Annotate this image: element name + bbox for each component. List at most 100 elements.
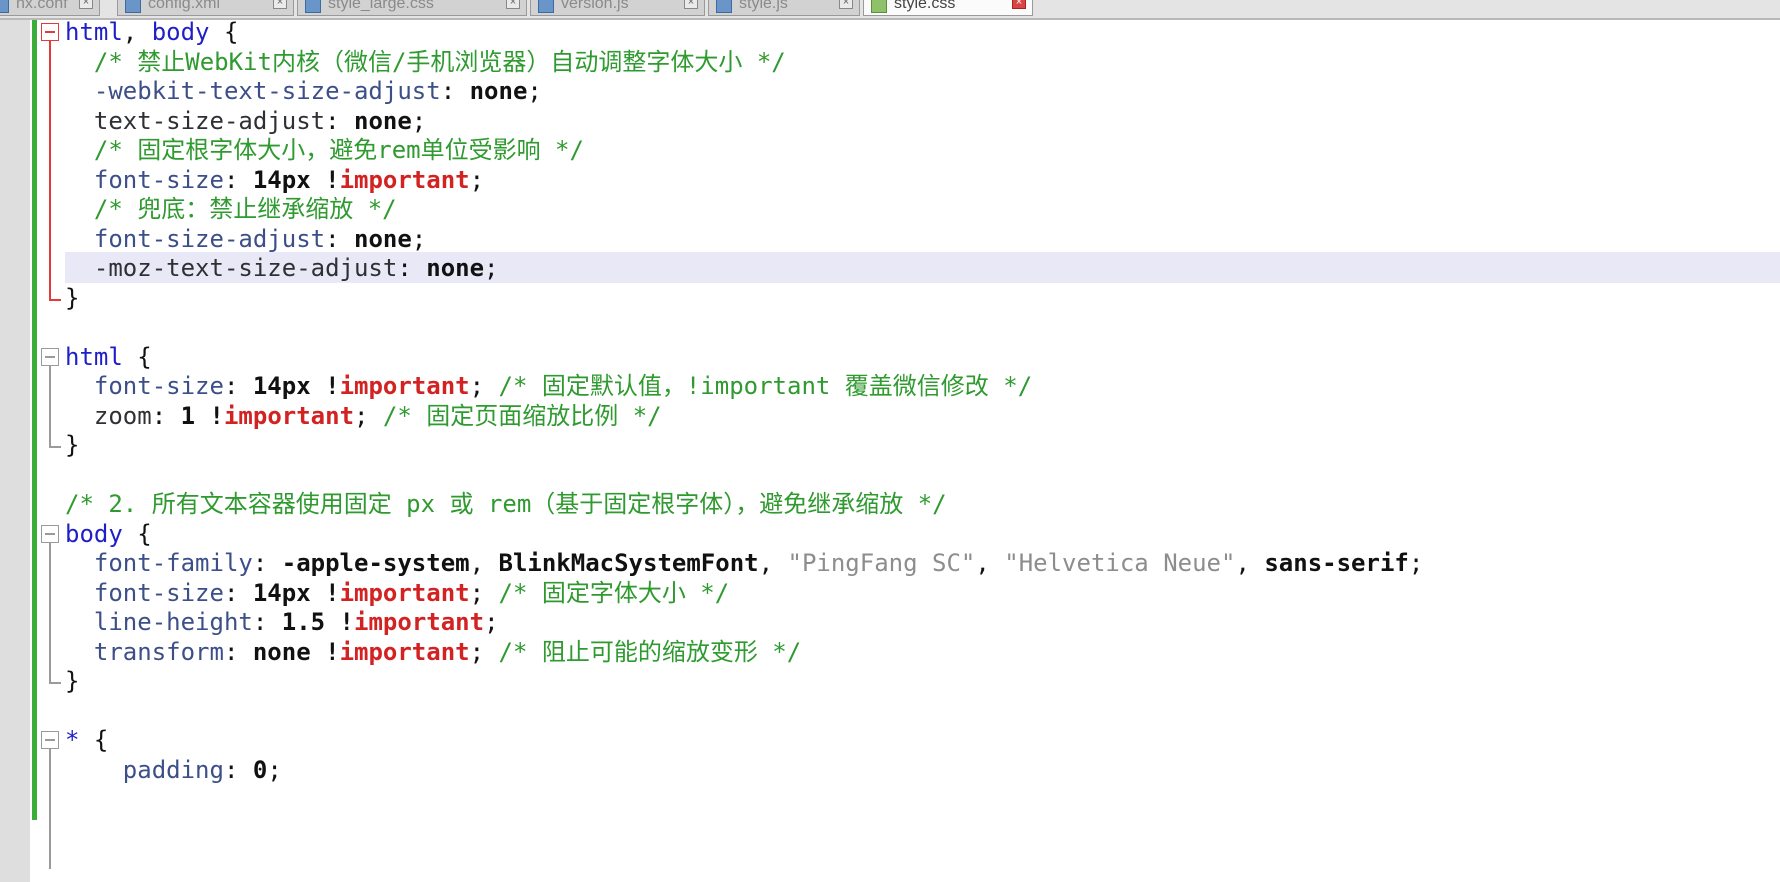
file-icon <box>305 0 321 13</box>
code-line: * { <box>65 726 108 755</box>
code-token: sans-serif <box>1264 549 1409 577</box>
tab-label: nx.conf <box>16 0 68 12</box>
code-token: , <box>122 18 152 46</box>
code-token: * <box>65 726 80 754</box>
code-token: ; <box>1408 549 1424 577</box>
tab-config-xml[interactable]: config.xml × <box>117 0 294 16</box>
code-token: "Helvetica Neue" <box>1004 549 1236 577</box>
code-token: body <box>151 18 210 46</box>
code-token: : <box>223 755 253 784</box>
code-token: html <box>65 342 123 371</box>
code-token: ; <box>469 578 499 607</box>
code-token: none <box>469 77 528 105</box>
close-icon[interactable]: × <box>839 0 853 9</box>
file-icon <box>0 0 9 13</box>
fold-toggle-icon[interactable] <box>41 524 59 543</box>
code-token: ; <box>469 165 485 194</box>
code-token: /* 固定页面缩放比例 */ <box>382 401 662 430</box>
code-token: { <box>79 726 109 754</box>
code-token: : <box>151 401 181 430</box>
code-token: ; <box>411 106 427 135</box>
code-token: { <box>209 18 239 46</box>
code-token: important <box>354 608 485 636</box>
fold-line <box>49 542 51 682</box>
code-token: : <box>252 608 282 636</box>
tab-style-js[interactable]: style.js × <box>708 0 860 16</box>
code-line: } <box>65 667 79 696</box>
code-line: font-size: 14px !important; <box>65 166 484 195</box>
close-icon[interactable]: × <box>1012 0 1026 9</box>
fold-end <box>49 682 61 684</box>
code-token: /* 固定字体大小 */ <box>498 578 730 607</box>
code-token: ! <box>325 608 355 636</box>
code-token: /* 禁止WebKit内核（微信/手机浏览器）自动调整字体大小 */ <box>65 47 786 76</box>
code-token: padding <box>65 755 224 784</box>
code-token: ; <box>354 401 383 430</box>
code-line: padding: 0; <box>65 756 282 785</box>
fold-toggle-icon[interactable] <box>41 23 59 41</box>
code-token: important <box>339 165 470 194</box>
code-token: : <box>223 165 253 194</box>
code-token: /* 固定默认值，!important 覆盖微信修改 */ <box>498 372 1033 400</box>
close-icon[interactable]: × <box>273 0 287 9</box>
fold-toggle-icon[interactable] <box>41 347 59 366</box>
close-icon[interactable]: × <box>506 0 520 9</box>
file-icon <box>716 0 732 13</box>
code-token: : <box>223 637 253 666</box>
code-line: body { <box>65 520 152 549</box>
code-line: -moz-text-size-adjust: none; <box>65 254 499 283</box>
code-token: font-size <box>65 165 224 194</box>
code-token: } <box>65 667 80 695</box>
tab-version-js[interactable]: version.js × <box>530 0 705 16</box>
code-line: html { <box>65 343 152 372</box>
code-token: : <box>223 578 253 607</box>
code-line: } <box>65 284 79 313</box>
code-line: font-size: 14px !important; /* 固定默认值，!im… <box>65 372 1032 401</box>
code-token: none <box>252 637 311 666</box>
code-token: 1 <box>180 401 196 430</box>
code-token: : <box>223 372 253 400</box>
code-token: { <box>122 342 152 371</box>
fold-line <box>49 365 51 446</box>
code-token: -moz-text-size-adjust <box>65 254 398 282</box>
code-token: ! <box>195 401 224 430</box>
code-token: ; <box>469 637 499 666</box>
tab-label: version.js <box>561 0 629 12</box>
code-token: ! <box>310 165 340 194</box>
tab-label: style_large.css <box>328 0 434 12</box>
tab-style-large-css[interactable]: style_large.css × <box>297 0 527 16</box>
fold-toggle-icon[interactable] <box>41 731 59 749</box>
code-token: important <box>223 401 355 430</box>
code-token: : <box>325 224 354 253</box>
code-token: none <box>354 106 412 135</box>
code-line: /* 固定根字体大小，避免rem单位受影响 */ <box>65 136 584 165</box>
tab-nx-conf[interactable]: nx.conf × <box>0 0 100 16</box>
file-icon <box>125 0 141 13</box>
close-icon[interactable]: × <box>684 0 698 9</box>
code-line: font-family: -apple-system, BlinkMacSyst… <box>65 549 1423 578</box>
code-line: /* 2. 所有文本容器使用固定 px 或 rem（基于固定根字体），避免继承缩… <box>65 490 947 519</box>
fold-end <box>49 298 61 301</box>
code-token: } <box>65 431 80 459</box>
code-line: transform: none !important; /* 阻止可能的缩放变形… <box>65 638 801 667</box>
tab-style-css[interactable]: style.css × <box>863 0 1033 16</box>
code-token: ; <box>411 224 427 253</box>
code-token: line-height <box>65 608 253 636</box>
code-token: 14px <box>252 165 311 194</box>
tab-label: style.css <box>894 0 956 12</box>
tab-label: style.js <box>739 0 788 12</box>
close-icon[interactable]: × <box>79 0 93 9</box>
fold-end <box>49 446 61 448</box>
code-line: /* 兜底：禁止继承缩放 */ <box>65 195 397 224</box>
code-token: ! <box>310 578 340 607</box>
code-token: important <box>339 372 470 400</box>
code-token: ; <box>484 254 499 282</box>
code-token: important <box>339 637 470 666</box>
code-line: -webkit-text-size-adjust: none; <box>65 77 542 106</box>
code-token: : <box>325 106 354 135</box>
code-line: /* 禁止WebKit内核（微信/手机浏览器）自动调整字体大小 */ <box>65 48 786 77</box>
code-token: -apple-system <box>281 549 470 577</box>
code-token: ! <box>310 637 340 666</box>
code-token: font-family <box>65 549 253 577</box>
tab-label: config.xml <box>148 0 221 12</box>
